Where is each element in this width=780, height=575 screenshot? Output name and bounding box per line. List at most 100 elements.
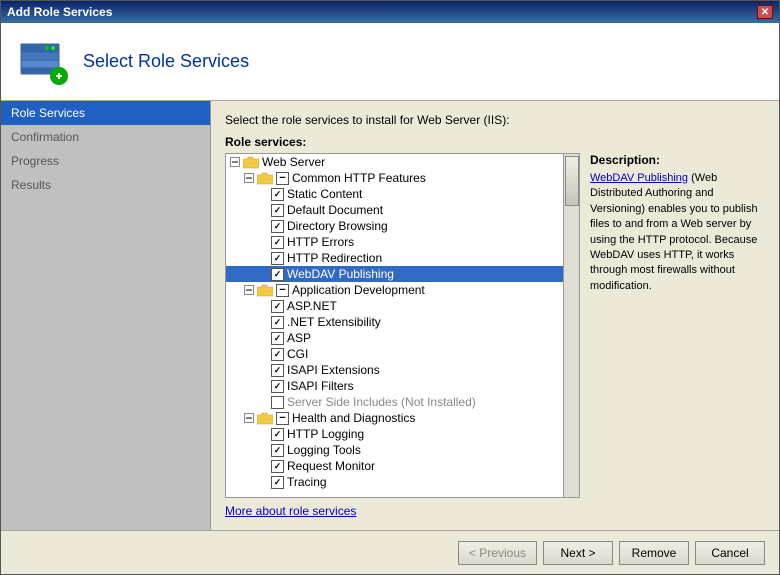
description-link[interactable]: WebDAV Publishing — [590, 172, 688, 184]
tree-item[interactable]: WebDAV Publishing — [226, 266, 579, 282]
tree-item[interactable]: ISAPI Filters — [226, 378, 579, 394]
checkbox[interactable] — [271, 332, 284, 345]
tree-item[interactable]: Directory Browsing — [226, 218, 579, 234]
sidebar-item-role-services[interactable]: Role Services — [1, 101, 210, 125]
checkbox[interactable] — [271, 364, 284, 377]
expand-icon[interactable] — [256, 235, 270, 249]
expand-icon[interactable] — [256, 299, 270, 313]
checkbox[interactable] — [271, 460, 284, 473]
tree-item[interactable]: HTTP Logging — [226, 426, 579, 442]
scrollbar[interactable] — [563, 154, 579, 497]
tree-item[interactable]: Application Development — [226, 282, 579, 298]
tree-label: ISAPI Filters — [287, 379, 354, 393]
header-title: Select Role Services — [83, 51, 249, 72]
expand-icon[interactable] — [256, 251, 270, 265]
tree-item[interactable]: Default Document — [226, 202, 579, 218]
checkbox[interactable] — [271, 348, 284, 361]
tree-label: Directory Browsing — [287, 219, 388, 233]
more-link[interactable]: More about role services — [225, 504, 765, 518]
collapse-icon — [230, 157, 240, 167]
tree-panel[interactable]: Web ServerCommon HTTP FeaturesStatic Con… — [225, 153, 580, 498]
folder-icon — [257, 172, 273, 185]
expand-icon[interactable] — [256, 475, 270, 489]
expand-icon[interactable] — [256, 427, 270, 441]
cancel-button[interactable]: Cancel — [695, 541, 765, 565]
checkbox[interactable] — [276, 412, 289, 425]
expand-icon[interactable] — [256, 379, 270, 393]
expand-icon[interactable] — [256, 347, 270, 361]
checkbox[interactable] — [271, 444, 284, 457]
folder-icon — [257, 412, 273, 425]
checkbox[interactable] — [271, 476, 284, 489]
expand-icon[interactable] — [242, 171, 256, 185]
tree-item[interactable]: Tracing — [226, 474, 579, 490]
tree-item[interactable]: Request Monitor — [226, 458, 579, 474]
description-label: Description: — [590, 153, 765, 167]
expand-icon[interactable] — [256, 363, 270, 377]
expand-icon[interactable] — [256, 395, 270, 409]
checkbox[interactable] — [271, 220, 284, 233]
tree-item[interactable]: Common HTTP Features — [226, 170, 579, 186]
expand-icon[interactable] — [228, 155, 242, 169]
tree-item[interactable]: Logging Tools — [226, 442, 579, 458]
folder-icon — [257, 284, 273, 297]
expand-icon[interactable] — [242, 283, 256, 297]
tree-label: Default Document — [287, 203, 383, 217]
checkbox[interactable] — [271, 204, 284, 217]
tree-item[interactable]: Server Side Includes (Not Installed) — [226, 394, 579, 410]
tree-item[interactable]: Web Server — [226, 154, 579, 170]
expand-icon[interactable] — [256, 267, 270, 281]
expand-icon[interactable] — [256, 187, 270, 201]
folder-icon — [243, 156, 259, 169]
tree-item[interactable]: CGI — [226, 346, 579, 362]
next-button[interactable]: Next > — [543, 541, 613, 565]
expand-icon[interactable] — [256, 315, 270, 329]
tree-item[interactable]: HTTP Errors — [226, 234, 579, 250]
checkbox[interactable] — [271, 300, 284, 313]
tree-item[interactable]: HTTP Redirection — [226, 250, 579, 266]
expand-icon[interactable] — [256, 203, 270, 217]
checkbox[interactable] — [271, 236, 284, 249]
tree-label: ISAPI Extensions — [287, 363, 380, 377]
expand-icon[interactable] — [256, 443, 270, 457]
footer: < Previous Next > Remove Cancel — [1, 530, 779, 574]
tree-label: Application Development — [292, 283, 425, 297]
window-title: Add Role Services — [7, 5, 112, 19]
main-window: Add Role Services ✕ Select Role Se — [0, 0, 780, 575]
sidebar-item-results[interactable]: Results — [1, 173, 210, 197]
tree-item[interactable]: ASP — [226, 330, 579, 346]
tree-label: Web Server — [262, 155, 325, 169]
tree-label: .NET Extensibility — [287, 315, 381, 329]
tree-item[interactable]: ASP.NET — [226, 298, 579, 314]
expand-icon[interactable] — [242, 411, 256, 425]
checkbox[interactable] — [271, 268, 284, 281]
checkbox[interactable] — [271, 396, 284, 409]
checkbox[interactable] — [271, 252, 284, 265]
sidebar-item-confirmation[interactable]: Confirmation — [1, 125, 210, 149]
tree-label: CGI — [287, 347, 308, 361]
expand-icon[interactable] — [256, 459, 270, 473]
checkbox[interactable] — [276, 172, 289, 185]
server-plus-icon — [17, 36, 69, 88]
main-panel: Select the role services to install for … — [211, 101, 779, 530]
tree-item[interactable]: ISAPI Extensions — [226, 362, 579, 378]
checkbox[interactable] — [271, 316, 284, 329]
expand-icon[interactable] — [256, 219, 270, 233]
checkbox[interactable] — [271, 188, 284, 201]
scroll-thumb[interactable] — [565, 156, 579, 206]
checkbox[interactable] — [271, 428, 284, 441]
folder-svg — [257, 172, 273, 185]
tree-item[interactable]: Static Content — [226, 186, 579, 202]
previous-button[interactable]: < Previous — [458, 541, 537, 565]
header-area: Select Role Services — [1, 23, 779, 101]
tree-label: Tracing — [287, 475, 327, 489]
checkbox[interactable] — [271, 380, 284, 393]
checkbox[interactable] — [276, 284, 289, 297]
remove-button[interactable]: Remove — [619, 541, 689, 565]
sidebar-item-progress[interactable]: Progress — [1, 149, 210, 173]
tree-item[interactable]: Health and Diagnostics — [226, 410, 579, 426]
tree-item[interactable]: .NET Extensibility — [226, 314, 579, 330]
expand-icon[interactable] — [256, 331, 270, 345]
tree-label: WebDAV Publishing — [287, 267, 394, 281]
close-button[interactable]: ✕ — [757, 5, 773, 19]
